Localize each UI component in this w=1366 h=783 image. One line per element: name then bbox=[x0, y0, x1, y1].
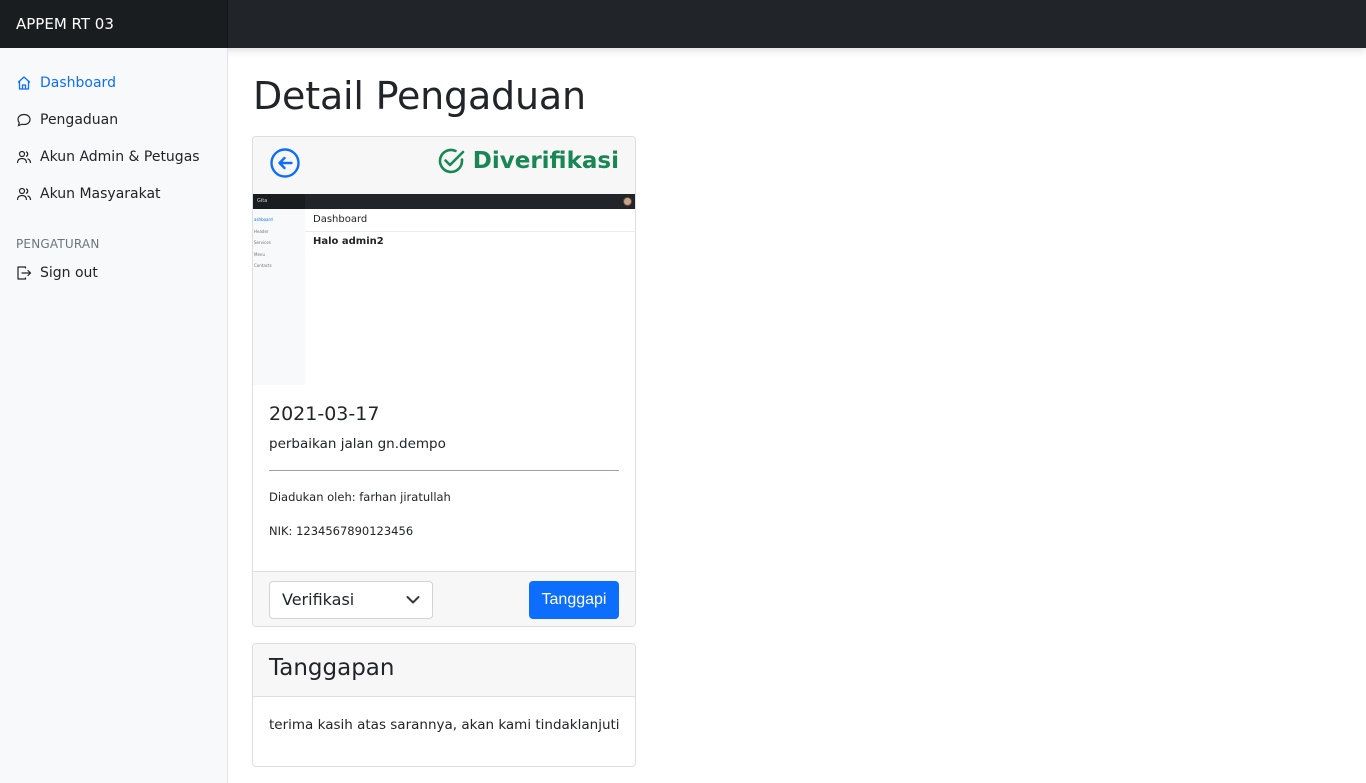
response-text: terima kasih atas sarannya, akan kami ti… bbox=[269, 717, 620, 733]
reported-by: Diadukan oleh: farhan jiratullah bbox=[269, 490, 451, 504]
top-navbar: APPEM RT 03 bbox=[0, 0, 1366, 48]
sidebar-item-signout[interactable]: Sign out bbox=[16, 261, 98, 285]
attachment-sidebar-item: Menu bbox=[254, 252, 265, 257]
home-icon bbox=[16, 75, 32, 91]
sidebar: Dashboard Pengaduan Akun Admin & Petugas… bbox=[0, 48, 228, 783]
complaint-attachment-image[interactable]: Gita ashboard Header Services Menu Conta… bbox=[253, 194, 635, 385]
users-icon bbox=[16, 186, 32, 202]
card-header: Diverifikasi bbox=[253, 137, 635, 194]
sidebar-item-label: Pengaduan bbox=[40, 112, 119, 128]
sidebar-item-akun-admin[interactable]: Akun Admin & Petugas bbox=[16, 145, 200, 169]
attachment-sidebar: ashboard Header Services Menu Contacts bbox=[253, 209, 305, 385]
sidebar-item-label: Akun Masyarakat bbox=[40, 186, 161, 202]
attachment-sidebar-item: ashboard bbox=[254, 217, 273, 222]
response-card: Tanggapan terima kasih atas sarannya, ak… bbox=[252, 643, 636, 767]
attachment-sidebar-item: Contacts bbox=[254, 263, 272, 268]
arrow-left-circle-icon bbox=[270, 148, 300, 178]
status-label: Diverifikasi bbox=[472, 148, 619, 174]
attachment-sidebar-item: Services bbox=[254, 240, 271, 245]
sidebar-item-pengaduan[interactable]: Pengaduan bbox=[16, 108, 118, 132]
attachment-greeting: Halo admin2 bbox=[313, 236, 384, 247]
attachment-title: Dashboard bbox=[313, 214, 368, 225]
chevron-down-icon bbox=[406, 596, 420, 604]
chat-icon bbox=[16, 112, 32, 128]
app-brand[interactable]: APPEM RT 03 bbox=[0, 0, 228, 48]
sidebar-item-label: Dashboard bbox=[40, 75, 116, 91]
sidebar-item-label: Akun Admin & Petugas bbox=[40, 149, 200, 165]
attachment-topbar bbox=[253, 194, 635, 209]
users-icon bbox=[16, 149, 32, 165]
sidebar-item-label: Sign out bbox=[40, 265, 98, 281]
sidebar-item-akun-masyarakat[interactable]: Akun Masyarakat bbox=[16, 182, 161, 206]
attachment-sidebar-item: Header bbox=[254, 229, 269, 234]
complaint-date: 2021-03-17 bbox=[269, 403, 380, 425]
complaint-description: perbaikan jalan gn.dempo bbox=[269, 436, 446, 452]
complaint-card: Diverifikasi Gita ashboard Header Servic… bbox=[252, 136, 636, 627]
response-title: Tanggapan bbox=[269, 655, 395, 681]
check-circle-icon bbox=[438, 148, 465, 174]
attachment-brand: Gita bbox=[253, 194, 305, 209]
avatar bbox=[623, 197, 632, 206]
divider bbox=[269, 470, 619, 471]
sign-out-icon bbox=[16, 265, 32, 281]
card-footer: Verifikasi Tanggapi bbox=[253, 571, 635, 626]
status-badge: Diverifikasi bbox=[435, 145, 619, 177]
sidebar-item-dashboard[interactable]: Dashboard bbox=[16, 71, 116, 95]
back-button[interactable] bbox=[269, 147, 301, 179]
nik: NIK: 1234567890123456 bbox=[269, 524, 414, 538]
page-title: Detail Pengaduan bbox=[253, 74, 586, 118]
sidebar-section-heading: PENGATURAN bbox=[16, 237, 100, 251]
response-header: Tanggapan bbox=[253, 644, 635, 697]
status-select-value: Verifikasi bbox=[282, 590, 355, 609]
status-select[interactable]: Verifikasi bbox=[269, 581, 433, 619]
respond-button[interactable]: Tanggapi bbox=[529, 581, 619, 619]
divider bbox=[305, 231, 635, 232]
